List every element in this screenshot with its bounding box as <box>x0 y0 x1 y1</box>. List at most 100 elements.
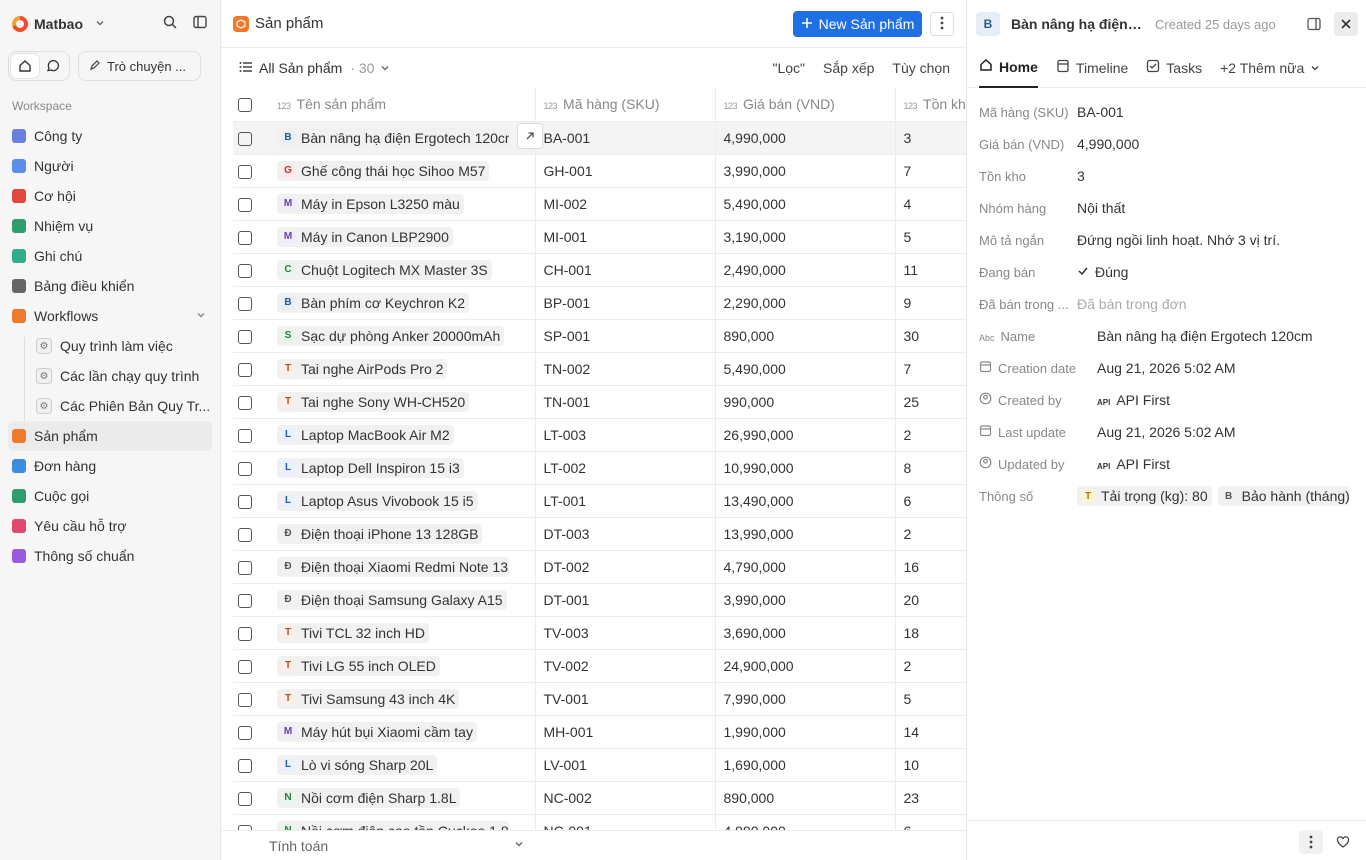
record-chip[interactable]: B Bàn phím cơ Keychron K2 <box>277 292 470 313</box>
row-checkbox[interactable] <box>238 395 252 410</box>
record-chip[interactable]: S Sạc dự phòng Anker 20000mAh <box>277 325 505 346</box>
column-header-sku[interactable]: 123 Mã hàng (SKU) <box>535 88 716 122</box>
cell-price[interactable]: 4,790,000 <box>715 550 896 584</box>
sidebar-item-a4[interactable]: Ghi chú <box>8 241 212 271</box>
table-row[interactable]: N Nồi cơm điện Sharp 1.8L NC-002 890,000 23 <box>233 781 966 815</box>
table-row[interactable]: Đ Điện thoại iPhone 13 128GB DT-003 13,990,… <box>233 517 966 551</box>
cell-name[interactable]: B Bàn phím cơ Keychron K2 <box>269 286 536 320</box>
cell-price[interactable]: 2,490,000 <box>715 253 896 287</box>
meta-value[interactable]: Bàn nâng hạ điện Ergotech 120cm <box>1097 328 1313 344</box>
tab-more[interactable]: +2 Thêm nữa <box>1220 48 1320 88</box>
table-row[interactable]: L Laptop Asus Vivobook 15 i5 LT-001 13,490,… <box>233 484 966 518</box>
field-value-placeholder[interactable]: Đã bán trong đơn <box>1077 296 1187 312</box>
cell-name[interactable]: T Tivi Samsung 43 inch 4K <box>269 682 536 716</box>
vertical-dots-icon[interactable] <box>1299 830 1323 854</box>
cell-price[interactable]: 890,000 <box>715 781 896 815</box>
new-product-button[interactable]: New Sản phẩm <box>793 11 922 37</box>
cell-sku[interactable]: TV-002 <box>535 649 716 683</box>
cell-name[interactable]: Đ Điện thoại iPhone 13 128GB <box>269 517 536 551</box>
cell-sku[interactable]: MH-001 <box>535 715 716 749</box>
cell-stock[interactable]: 2 <box>895 649 966 683</box>
cell-sku[interactable]: NC-001 <box>535 814 716 830</box>
row-checkbox[interactable] <box>238 329 252 344</box>
meta-value[interactable]: Aug 21, 2026 5:02 AM <box>1097 424 1236 440</box>
sidebar-item-sub1[interactable]: ⚙ Các lần chạy quy trình <box>8 361 212 391</box>
cell-price[interactable]: 2,290,000 <box>715 286 896 320</box>
cell-name[interactable]: T Tivi LG 55 inch OLED <box>269 649 536 683</box>
spec-chip[interactable]: T Tải trọng (kg): 80 <box>1077 486 1212 507</box>
home-icon[interactable] <box>11 54 39 78</box>
table-row[interactable]: T Tai nghe AirPods Pro 2 TN-002 5,490,000 7 <box>233 352 966 386</box>
cell-price[interactable]: 5,490,000 <box>715 187 896 221</box>
table-row[interactable]: B Bàn phím cơ Keychron K2 BP-001 2,290,000 9 <box>233 286 966 320</box>
record-chip[interactable]: T Tivi TCL 32 inch HD <box>277 622 429 643</box>
cell-sku[interactable]: SP-001 <box>535 319 716 353</box>
row-checkbox[interactable] <box>238 659 252 674</box>
cell-stock[interactable]: 7 <box>895 154 966 188</box>
cell-sku[interactable]: CH-001 <box>535 253 716 287</box>
cell-sku[interactable]: TN-002 <box>535 352 716 386</box>
table-row[interactable]: M Máy hút bụi Xiaomi cầm tay MH-001 1,990,0… <box>233 715 966 749</box>
cell-name[interactable]: Đ Điện thoại Xiaomi Redmi Note 13 <box>269 550 536 584</box>
cell-sku[interactable]: LT-002 <box>535 451 716 485</box>
sidebar-item-a1[interactable]: Người <box>8 151 212 181</box>
table-row[interactable]: Đ Điện thoại Samsung Galaxy A15 DT-001 3,99… <box>233 583 966 617</box>
cell-stock[interactable]: 8 <box>895 451 966 485</box>
record-chip[interactable]: C Chuột Logitech MX Master 3S <box>277 259 492 280</box>
meta-row[interactable]: Updated by API API First <box>979 448 1366 480</box>
options-button[interactable]: Tùy chọn <box>892 60 950 76</box>
search-icon[interactable] <box>162 14 178 30</box>
field-row[interactable]: Đang bán Đúng <box>979 256 1366 288</box>
spec-chip[interactable]: B Bảo hành (tháng): <box>1217 486 1349 507</box>
row-checkbox[interactable] <box>238 494 252 509</box>
table-row[interactable]: M Máy in Epson L3250 màu MI-002 5,490,000 4 <box>233 187 966 221</box>
row-checkbox[interactable] <box>238 461 252 476</box>
heart-icon[interactable] <box>1331 830 1355 854</box>
sidebar-item-b1[interactable]: Đơn hàng <box>8 451 212 481</box>
cell-sku[interactable]: BP-001 <box>535 286 716 320</box>
more-options-button[interactable] <box>930 12 954 36</box>
expand-panel-icon[interactable] <box>1302 12 1326 36</box>
cell-sku[interactable]: MI-001 <box>535 220 716 254</box>
cell-stock[interactable]: 25 <box>895 385 966 419</box>
field-value[interactable]: Đúng <box>1077 264 1128 280</box>
row-checkbox[interactable] <box>238 164 252 179</box>
cell-name[interactable]: NNồi cơm điện cao tần Cuckoo 1.8L <box>269 814 536 830</box>
row-checkbox[interactable] <box>238 626 252 641</box>
sidebar-item-a3[interactable]: Nhiệm vụ <box>8 211 212 241</box>
tab-tasks[interactable]: Tasks <box>1146 48 1202 88</box>
table-row[interactable]: Đ Điện thoại Xiaomi Redmi Note 13 DT-002 4,… <box>233 550 966 584</box>
record-chip[interactable]: Đ Điện thoại Samsung Galaxy A15 <box>277 589 507 610</box>
table-row[interactable]: B Bàn nâng hạ điện Ergotech 120cm BA-001 4,… <box>233 121 966 155</box>
cell-price[interactable]: 4,990,000 <box>715 121 896 155</box>
sidebar-item-a6[interactable]: Workflows <box>8 301 212 331</box>
cell-stock[interactable]: 30 <box>895 319 966 353</box>
row-checkbox[interactable] <box>238 131 252 146</box>
sidebar-item-a0[interactable]: Công ty <box>8 121 212 151</box>
sort-button[interactable]: Sắp xếp <box>823 60 874 76</box>
cell-stock[interactable]: 20 <box>895 583 966 617</box>
cell-sku[interactable]: TV-001 <box>535 682 716 716</box>
cell-name[interactable]: T Tai nghe Sony WH-CH520 <box>269 385 536 419</box>
cell-sku[interactable]: DT-003 <box>535 517 716 551</box>
record-chip[interactable]: L Lò vi sóng Sharp 20L <box>277 754 438 775</box>
record-chip[interactable]: M Máy hút bụi Xiaomi cầm tay <box>277 721 477 742</box>
meta-row[interactable]: Creation date Aug 21, 2026 5:02 AM <box>979 352 1366 384</box>
row-checkbox[interactable] <box>238 527 252 542</box>
meta-value[interactable]: API API First <box>1097 456 1170 472</box>
cell-sku[interactable]: LT-001 <box>535 484 716 518</box>
field-row[interactable]: Nhóm hàng Nội thất <box>979 192 1366 224</box>
cell-name[interactable]: Đ Điện thoại Samsung Galaxy A15 <box>269 583 536 617</box>
row-checkbox[interactable] <box>238 593 252 608</box>
cell-sku[interactable]: NC-002 <box>535 781 716 815</box>
cell-sku[interactable]: DT-002 <box>535 550 716 584</box>
record-title[interactable]: Bàn nâng hạ điện Ergotech 120cm <box>1011 16 1145 32</box>
cell-price[interactable]: 13,490,000 <box>715 484 896 518</box>
tab-home[interactable]: Home <box>979 48 1038 88</box>
cell-stock[interactable]: 7 <box>895 352 966 386</box>
cell-name[interactable]: T Tivi TCL 32 inch HD <box>269 616 536 650</box>
field-value[interactable]: 3 <box>1077 168 1085 184</box>
specs-row[interactable]: Thông số T Tải trọng (kg): 80 B Bảo hành (th… <box>979 480 1366 512</box>
record-chip[interactable]: L Laptop Dell Inspiron 15 i3 <box>277 457 464 478</box>
record-chip[interactable]: T Tivi Samsung 43 inch 4K <box>277 688 460 709</box>
